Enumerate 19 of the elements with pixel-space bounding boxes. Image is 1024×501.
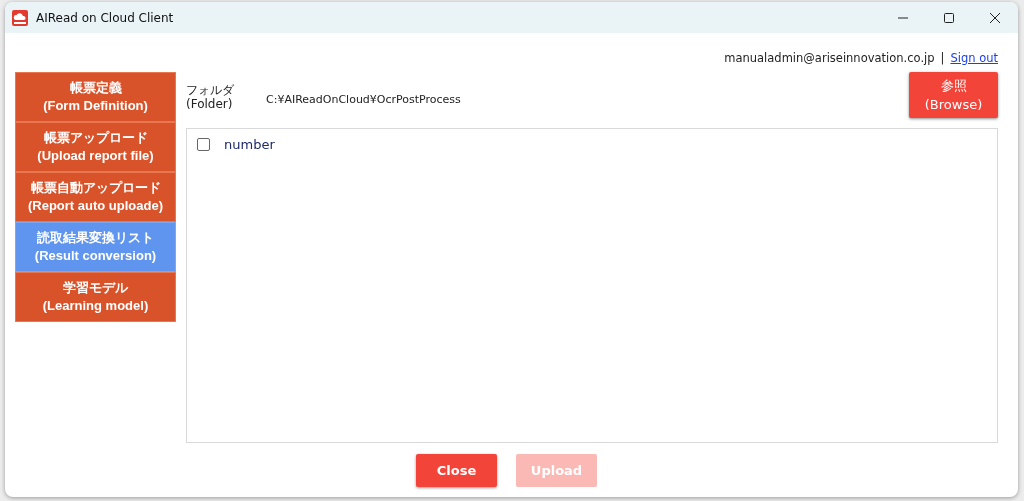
separator: | xyxy=(940,50,945,65)
sign-out-link[interactable]: Sign out xyxy=(950,50,998,65)
sidebar-item[interactable]: 帳票定義 (Form Definition) xyxy=(15,72,176,122)
folder-label: (Folder) xyxy=(186,97,234,111)
maximize-icon xyxy=(944,12,954,23)
sidebar-item[interactable]: 読取結果変換リスト (Result conversion) xyxy=(15,222,176,272)
folder-label: フォルダ xyxy=(186,83,235,97)
checkbox[interactable] xyxy=(197,137,210,151)
sidebar-item[interactable]: 帳票自動アップロード (Report auto uploade) xyxy=(15,172,176,222)
close-icon xyxy=(990,12,1000,23)
sidebar-item[interactable]: 帳票アップロード (Upload report file) xyxy=(15,122,176,172)
window-title: AIRead on Cloud Client xyxy=(36,10,175,25)
sidebar-item[interactable]: 学習モデル (Learning model) xyxy=(15,272,176,322)
list-item-label: number xyxy=(224,136,275,152)
app-logo-icon xyxy=(12,9,28,26)
close-dialog-button[interactable]: Close xyxy=(416,454,497,487)
folder-path: C:¥AIReadOnCloud¥OcrPostProcess xyxy=(266,91,462,106)
user-email: manualadmin@ariseinnovation.co.jp xyxy=(724,50,935,65)
browse-button[interactable]: 参照 (Browse) xyxy=(909,72,998,118)
